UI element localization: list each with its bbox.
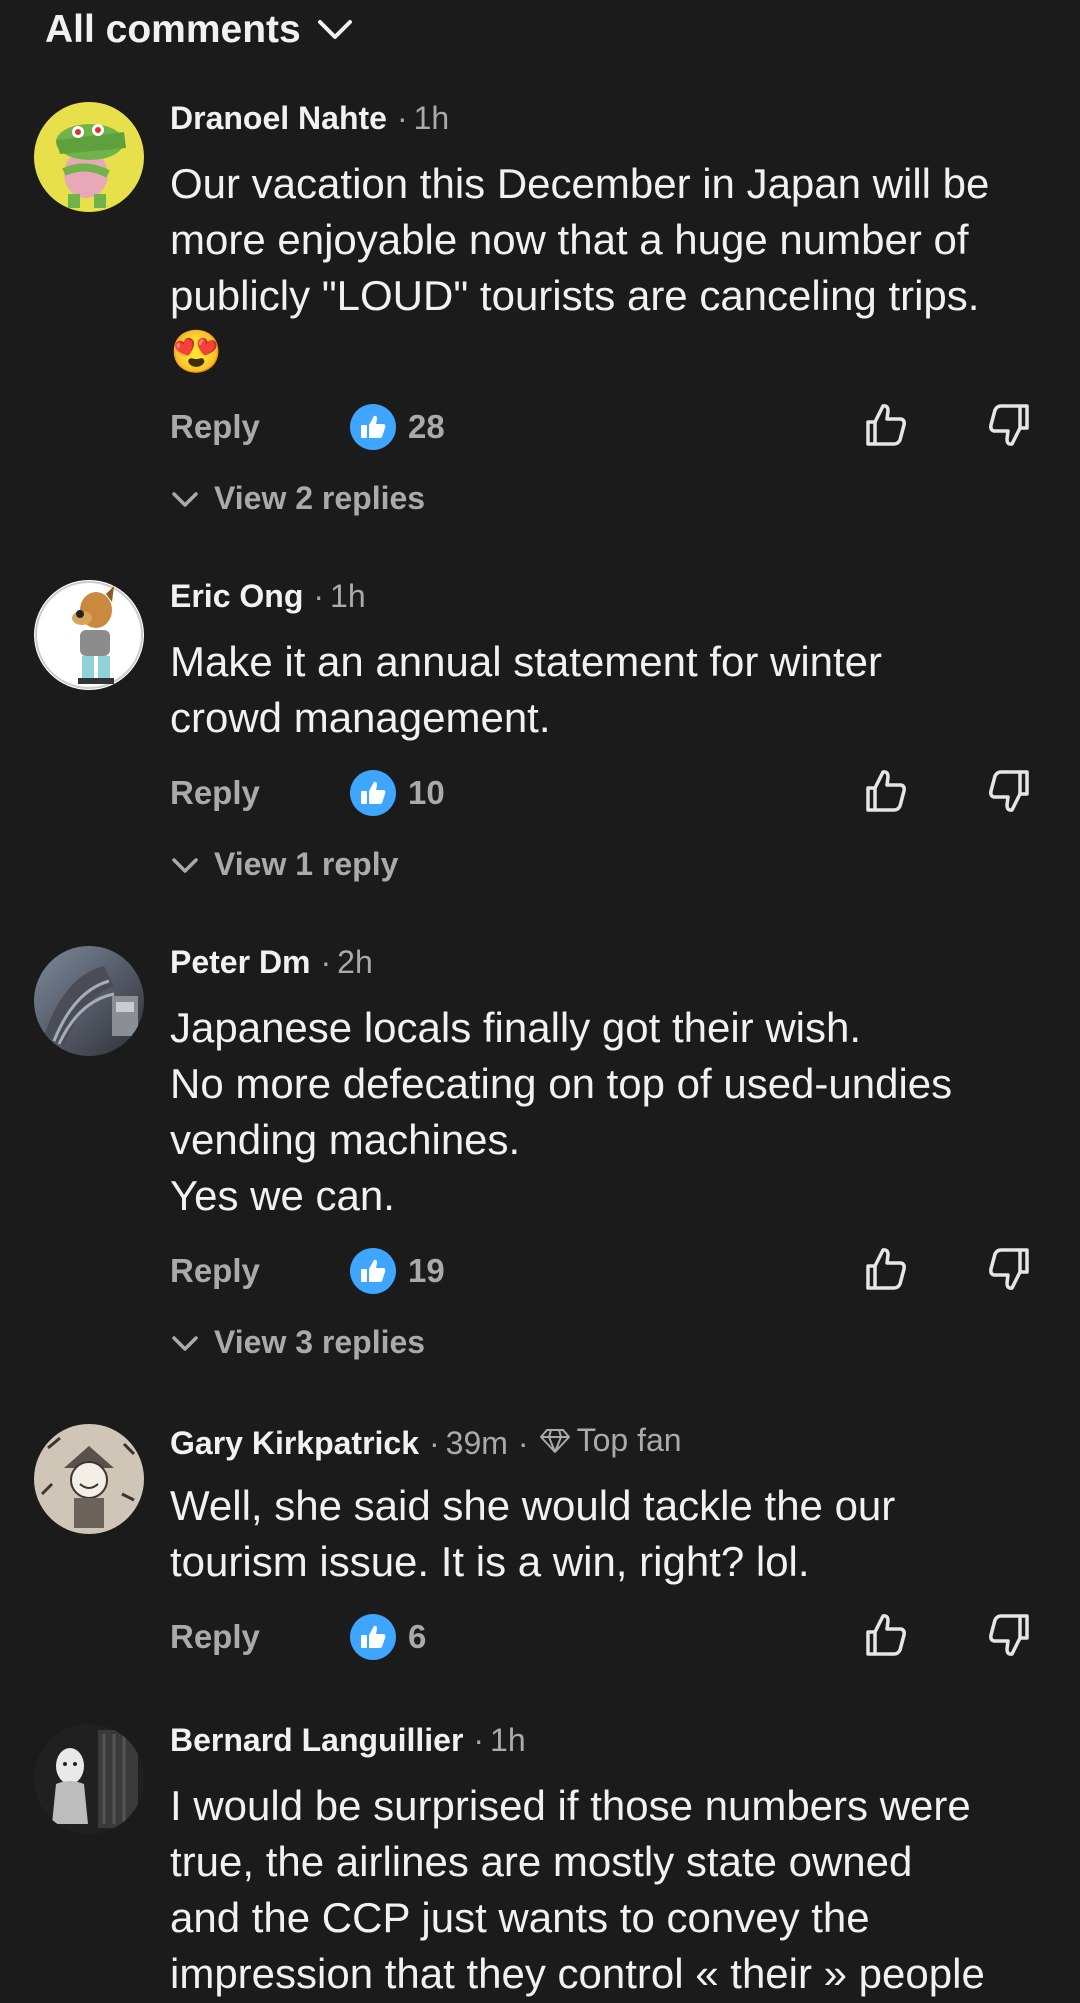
- top-fan-badge: Top fan: [535, 1422, 682, 1459]
- thumbs-up-icon[interactable]: [860, 400, 910, 450]
- comment-time: 39m: [445, 1424, 508, 1461]
- comment-meta: Dranoel Nahte · 1h: [170, 100, 449, 137]
- comment-text: I would be surprised if those numbers we…: [170, 1782, 985, 1997]
- view-replies-button[interactable]: View 2 replies: [170, 480, 425, 517]
- comments-header-title: All comments: [45, 8, 301, 51]
- comment-author[interactable]: Dranoel Nahte: [170, 100, 387, 137]
- comments-sort-dropdown[interactable]: All comments: [45, 8, 353, 52]
- like-count: 28: [350, 404, 445, 450]
- comment-text: Our vacation this December in Japan will…: [170, 160, 990, 375]
- comment-time: 2h: [337, 944, 373, 980]
- comment-author[interactable]: Peter Dm: [170, 944, 311, 981]
- separator-dot: ·: [429, 1424, 440, 1461]
- comment-author[interactable]: Eric Ong: [170, 578, 303, 615]
- separator-dot: ·: [517, 1424, 529, 1461]
- comment-time: 1h: [413, 100, 450, 136]
- comment-author[interactable]: Gary Kirkpatrick: [170, 1425, 419, 1462]
- thumbs-up-icon[interactable]: [860, 766, 910, 816]
- avatar[interactable]: [34, 102, 144, 212]
- view-replies-label: View 2 replies: [214, 480, 426, 516]
- like-count-value: 19: [408, 1252, 445, 1289]
- separator-dot: ·: [320, 944, 332, 980]
- like-count-value: 10: [408, 774, 445, 811]
- comment-meta: Peter Dm · 2h: [170, 944, 373, 981]
- comment-text: Japanese locals finally got their wish. …: [170, 1004, 953, 1219]
- comment-text: Well, she said she would tackle the our …: [170, 1482, 896, 1585]
- reply-button[interactable]: Reply: [170, 774, 260, 812]
- like-count-value: 6: [408, 1618, 427, 1655]
- top-fan-label: Top fan: [576, 1422, 682, 1458]
- reply-button[interactable]: Reply: [170, 1618, 260, 1656]
- comment-actions: Reply 28: [0, 404, 1080, 458]
- thumbs-down-icon[interactable]: [985, 766, 1035, 816]
- comment-text: Make it an annual statement for winter c…: [170, 638, 883, 741]
- avatar[interactable]: [34, 1724, 144, 1834]
- view-replies-button[interactable]: View 1 reply: [170, 846, 398, 883]
- avatar[interactable]: [34, 946, 144, 1056]
- comment-time: 1h: [330, 578, 366, 614]
- reply-button[interactable]: Reply: [170, 408, 260, 446]
- thumbs-up-filled-icon: [350, 404, 396, 450]
- view-replies-button[interactable]: View 3 replies: [170, 1324, 425, 1361]
- separator-dot: ·: [396, 100, 408, 136]
- comment-actions: Reply 10: [0, 770, 1080, 824]
- chevron-down-icon: [317, 20, 352, 39]
- separator-dot: ·: [313, 578, 325, 614]
- separator-dot: ·: [473, 1722, 485, 1758]
- view-replies-label: View 1 reply: [214, 846, 399, 882]
- thumbs-up-filled-icon: [350, 770, 396, 816]
- comment-meta: Gary Kirkpatrick · 39m · Top fan: [170, 1422, 682, 1462]
- thumbs-down-icon[interactable]: [985, 1244, 1035, 1294]
- comment-author[interactable]: Bernard Languillier: [170, 1722, 463, 1759]
- thumbs-up-filled-icon: [350, 1614, 396, 1660]
- chevron-down-icon: [172, 491, 198, 507]
- chevron-down-icon: [172, 1335, 198, 1351]
- diamond-icon: [539, 1428, 570, 1453]
- thumbs-down-icon[interactable]: [985, 400, 1035, 450]
- thumbs-up-icon[interactable]: [860, 1244, 910, 1294]
- like-count: 19: [350, 1248, 445, 1294]
- reply-button[interactable]: Reply: [170, 1252, 260, 1290]
- like-count: 10: [350, 770, 445, 816]
- thumbs-up-icon[interactable]: [860, 1610, 910, 1660]
- thumbs-down-icon[interactable]: [985, 1610, 1035, 1660]
- comment-meta: Bernard Languillier · 1h: [170, 1722, 526, 1759]
- view-replies-label: View 3 replies: [214, 1324, 426, 1360]
- avatar[interactable]: [34, 1424, 144, 1534]
- comment-time: 1h: [490, 1722, 526, 1758]
- thumbs-up-filled-icon: [350, 1248, 396, 1294]
- like-count: 6: [350, 1614, 426, 1660]
- comment-actions: Reply 19: [0, 1248, 1080, 1302]
- chevron-down-icon: [172, 857, 198, 873]
- avatar[interactable]: [34, 580, 144, 690]
- comment-meta: Eric Ong · 1h: [170, 578, 366, 615]
- comment-actions: Reply 6: [0, 1614, 1080, 1668]
- like-count-value: 28: [408, 408, 445, 445]
